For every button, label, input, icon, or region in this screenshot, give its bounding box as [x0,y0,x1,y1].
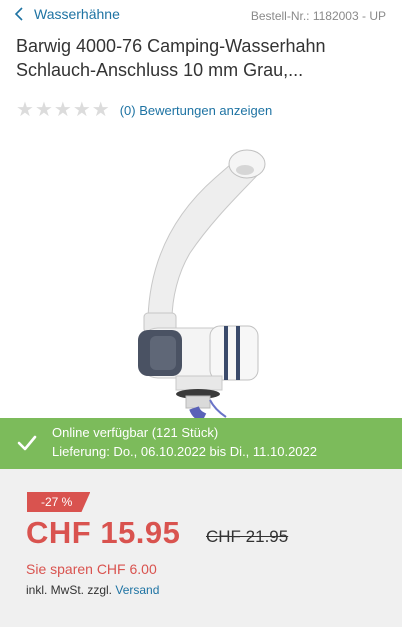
faucet-image [138,149,266,418]
delivery-date: Lieferung: Do., 06.10.2022 bis Di., 11.1… [52,444,318,459]
price-section: -27 % CHF 15.95 CHF 21.95 Sie sparen CHF… [0,469,402,627]
product-title: Barwig 4000-76 Camping-Wasserhahn Schlau… [16,34,386,82]
star-rating: ★ ★ ★ ★ ★ [16,100,110,120]
article-number: Bestell-Nr.: 1182003 - UP [250,9,386,23]
chevron-left-icon [14,7,23,21]
back-label: Wasserhähne [34,6,120,22]
product-title-line2: Schlauch-Anschluss 10 mm Grau,... [16,60,304,80]
vat-text: inkl. MwSt. zzgl. [26,583,113,597]
savings-text: Sie sparen CHF 6.00 [26,561,157,577]
checkmark-icon [17,435,37,451]
star-icon: ★ [91,99,110,121]
old-price: CHF 21.95 [206,527,289,546]
product-title-line1: Barwig 4000-76 Camping-Wasserhahn [16,36,326,56]
star-icon: ★ [34,99,53,121]
discount-badge: -27 % [27,492,91,512]
star-icon: ★ [16,99,34,121]
top-bar: Wasserhähne Bestell-Nr.: 1182003 - UP [0,0,402,34]
star-icon: ★ [72,99,91,121]
current-price: CHF 15.95 [26,515,181,550]
reviews-link[interactable]: (0) Bewertungen anzeigen [120,103,273,118]
shipping-link[interactable]: Versand [115,583,159,597]
rating-row: ★ ★ ★ ★ ★ (0) Bewertungen anzeigen [16,100,402,120]
back-button[interactable]: Wasserhähne [12,6,120,22]
star-icon: ★ [53,99,72,121]
vat-note: inkl. MwSt. zzgl. Versand [26,583,159,597]
product-image[interactable] [0,128,402,418]
availability-banner: Online verfügbar (121 Stück) Lieferung: … [0,418,402,469]
stock-status: Online verfügbar (121 Stück) [52,425,219,440]
